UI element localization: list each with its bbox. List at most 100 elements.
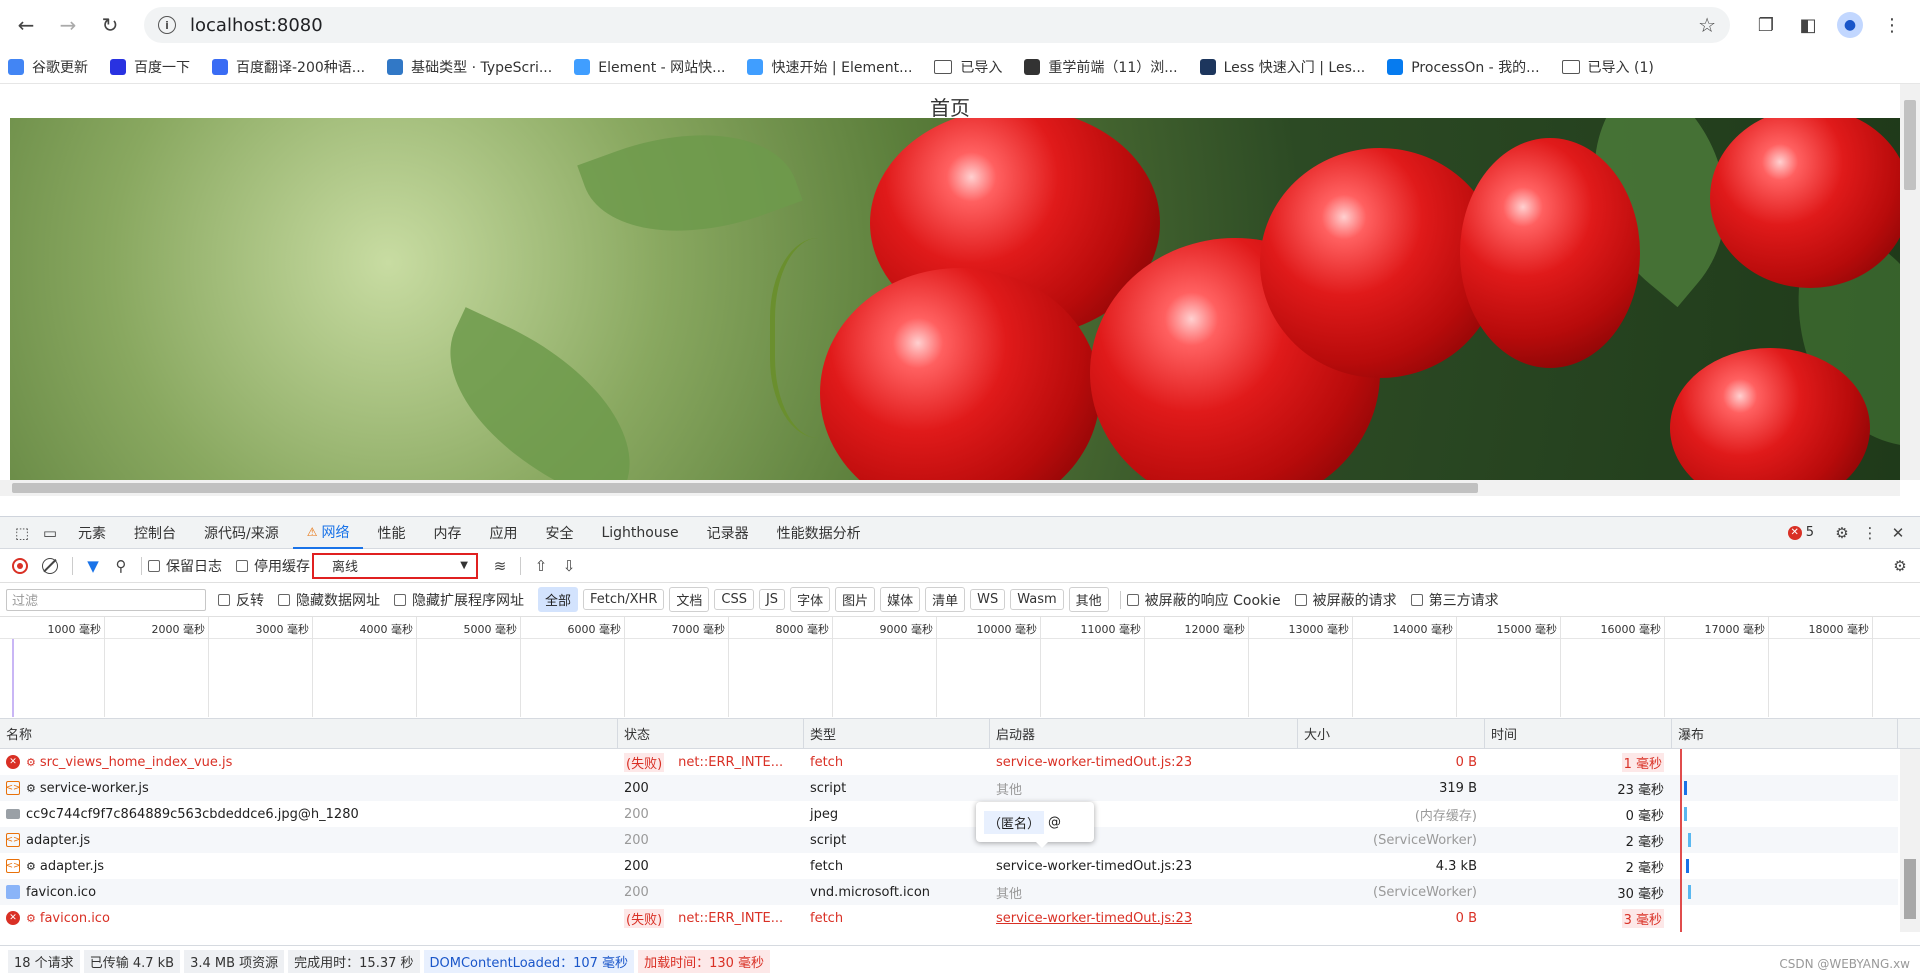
reload-button[interactable]: ↻ bbox=[94, 9, 126, 41]
clear-button[interactable] bbox=[42, 557, 58, 574]
page-horizontal-scrollbar[interactable] bbox=[0, 480, 1900, 496]
network-overview[interactable]: 1000 毫秒 2000 毫秒 3000 毫秒 4000 毫秒 5000 毫秒 6000 … bbox=[0, 617, 1920, 719]
bookmark-item[interactable]: 已导入 bbox=[934, 57, 1002, 77]
side-panel-icon[interactable]: ◧ bbox=[1790, 7, 1826, 43]
close-devtools-icon[interactable]: ✕ bbox=[1884, 519, 1912, 547]
devtools-tab[interactable]: 应用 bbox=[475, 517, 531, 549]
filter-input[interactable]: 过滤 bbox=[6, 588, 206, 611]
table-row[interactable]: favicon.ico 200 vnd.microsoft.icon 其他 (Servi… bbox=[0, 879, 1898, 905]
scroll-thumb[interactable] bbox=[12, 483, 1478, 493]
bookmark-item[interactable]: 百度翻译-200种语... bbox=[212, 57, 365, 77]
column-header[interactable]: 时间 bbox=[1485, 719, 1672, 748]
request-name[interactable]: cc9c744cf9f7c864889c563cbdeddce6.jpg@h_1… bbox=[26, 807, 359, 822]
devtools-tab[interactable]: Lighthouse bbox=[587, 517, 692, 549]
more-options-icon[interactable]: ⋮ bbox=[1856, 519, 1884, 547]
bookmark-item[interactable]: 重学前端（11）浏... bbox=[1024, 57, 1178, 77]
column-header[interactable]: 大小 bbox=[1298, 719, 1485, 748]
column-header[interactable]: 启动器 bbox=[990, 719, 1298, 748]
initiator-link[interactable]: service-worker-timedOut.js:23 bbox=[996, 859, 1192, 874]
filter-icon[interactable]: ▼ bbox=[79, 552, 107, 580]
bookmark-item[interactable]: 快速开始 | Element... bbox=[747, 57, 912, 77]
table-row[interactable]: ✕ ⚙ src_views_home_index_vue.js (失败) net::ER… bbox=[0, 749, 1898, 775]
bookmark-item[interactable]: 已导入 (1) bbox=[1561, 57, 1654, 77]
type-filter-chip[interactable]: 图片 bbox=[835, 587, 876, 612]
column-header[interactable]: 名称 bbox=[0, 719, 618, 748]
table-scrollbar[interactable] bbox=[1900, 749, 1920, 932]
bookmark-item[interactable]: 基础类型 · TypeScri... bbox=[387, 57, 552, 77]
extensions-icon[interactable]: ❐ bbox=[1748, 7, 1784, 43]
column-header[interactable]: 状态 bbox=[618, 719, 804, 748]
devtools-tab[interactable]: 记录器 bbox=[693, 517, 763, 549]
third-party-checkbox[interactable]: 第三方请求 bbox=[1410, 590, 1499, 610]
request-name[interactable]: adapter.js bbox=[26, 833, 90, 848]
request-name[interactable]: favicon.ico bbox=[40, 911, 110, 926]
bookmark-star-icon[interactable]: ☆ bbox=[1698, 13, 1716, 37]
profile-button[interactable]: ● bbox=[1832, 7, 1868, 43]
initiator-link[interactable]: service-worker-timedOut.js:23 bbox=[996, 911, 1192, 926]
table-row[interactable]: <> ⚙ service-worker.js 200 script 其他 319 B 23 毫… bbox=[0, 775, 1898, 801]
hide-data-urls-checkbox[interactable]: 隐藏数据网址 bbox=[278, 590, 380, 610]
devtools-tab[interactable]: ⚠ 网络 bbox=[292, 517, 364, 549]
url-text[interactable]: localhost:8080 bbox=[190, 15, 323, 36]
devtools-tab[interactable]: 源代码/来源 bbox=[190, 517, 293, 549]
address-bar[interactable]: i localhost:8080 ☆ bbox=[144, 7, 1730, 43]
network-conditions-icon[interactable]: ≋ bbox=[486, 552, 514, 580]
request-name[interactable]: adapter.js bbox=[40, 859, 104, 874]
table-row[interactable]: <> ⚙ adapter.js 200 fetch service-worker-time… bbox=[0, 853, 1898, 879]
inspect-element-icon[interactable]: ⬚ bbox=[8, 519, 36, 547]
type-filter-chip[interactable]: 媒体 bbox=[880, 587, 921, 612]
record-button[interactable] bbox=[12, 557, 28, 574]
network-settings-icon[interactable]: ⚙ bbox=[1886, 552, 1914, 580]
request-name[interactable]: src_views_home_index_vue.js bbox=[40, 755, 233, 770]
table-row[interactable]: <> adapter.js 200 script (ServiceWorker) 2 毫秒 bbox=[0, 827, 1898, 853]
bookmark-item[interactable]: Element - 网站快... bbox=[574, 57, 725, 77]
back-button[interactable]: ← bbox=[10, 9, 42, 41]
type-filter-chip[interactable]: CSS bbox=[714, 589, 754, 610]
type-filter-chip[interactable]: JS bbox=[758, 589, 786, 610]
column-header[interactable]: 瀑布 bbox=[1672, 719, 1898, 748]
device-toolbar-icon[interactable]: ▭ bbox=[36, 519, 64, 547]
scroll-thumb[interactable] bbox=[1904, 100, 1916, 190]
devtools-tab[interactable]: 元素 bbox=[64, 517, 120, 549]
type-filter-chip[interactable]: 全部 bbox=[538, 587, 579, 612]
type-filter-chip[interactable]: 字体 bbox=[790, 587, 831, 612]
hide-extension-urls-checkbox[interactable]: 隐藏扩展程序网址 bbox=[394, 590, 524, 610]
menu-icon[interactable]: ⋮ bbox=[1874, 7, 1910, 43]
invert-checkbox[interactable]: 反转 bbox=[218, 590, 264, 610]
table-row[interactable]: cc9c744cf9f7c864889c563cbdeddce6.jpg@h_1… bbox=[0, 801, 1898, 827]
bookmark-item[interactable]: 谷歌更新 bbox=[8, 57, 88, 77]
export-har-icon[interactable]: ⇩ bbox=[555, 552, 583, 580]
devtools-tab[interactable]: 控制台 bbox=[120, 517, 190, 549]
disable-cache-checkbox[interactable]: 停用缓存 bbox=[236, 556, 310, 576]
type-filter-chip[interactable]: WS bbox=[970, 589, 1006, 610]
settings-gear-icon[interactable]: ⚙ bbox=[1828, 519, 1856, 547]
request-name[interactable]: favicon.ico bbox=[26, 885, 96, 900]
column-header[interactable]: 类型 bbox=[804, 719, 990, 748]
bookmark-item[interactable]: 百度一下 bbox=[110, 57, 190, 77]
devtools-tab[interactable]: 安全 bbox=[531, 517, 587, 549]
devtools-tab[interactable]: 性能 bbox=[363, 517, 419, 549]
search-icon[interactable]: ⚲ bbox=[107, 552, 135, 580]
forward-button[interactable]: → bbox=[52, 9, 84, 41]
type-filter-chip[interactable]: 文档 bbox=[669, 587, 710, 612]
page-vertical-scrollbar[interactable] bbox=[1900, 84, 1920, 480]
type-filter-chip[interactable]: Fetch/XHR bbox=[583, 589, 665, 610]
initiator-link[interactable]: 其他 bbox=[996, 883, 1022, 902]
blocked-cookies-checkbox[interactable]: 被屏蔽的响应 Cookie bbox=[1126, 590, 1281, 610]
initiator-link[interactable]: 其他 bbox=[996, 779, 1022, 798]
type-filter-chip[interactable]: 其他 bbox=[1068, 587, 1109, 612]
throttle-select[interactable]: 离线 ▼ bbox=[312, 552, 478, 579]
bookmark-item[interactable]: Less 快速入门 | Les... bbox=[1199, 57, 1365, 77]
devtools-tab[interactable]: 性能数据分析 bbox=[763, 517, 875, 549]
error-count-badge[interactable]: ✕ 5 bbox=[1787, 525, 1814, 540]
scroll-thumb[interactable] bbox=[1904, 859, 1916, 919]
type-filter-chip[interactable]: Wasm bbox=[1010, 589, 1064, 610]
devtools-tab[interactable]: 内存 bbox=[419, 517, 475, 549]
initiator-link[interactable]: service-worker-timedOut.js:23 bbox=[996, 755, 1192, 770]
blocked-requests-checkbox[interactable]: 被屏蔽的请求 bbox=[1294, 590, 1397, 610]
bookmark-item[interactable]: ProcessOn - 我的... bbox=[1387, 57, 1540, 77]
request-name[interactable]: service-worker.js bbox=[40, 781, 149, 796]
type-filter-chip[interactable]: 清单 bbox=[925, 587, 966, 612]
preserve-log-checkbox[interactable]: 保留日志 bbox=[148, 556, 222, 576]
site-info-icon[interactable]: i bbox=[158, 16, 176, 34]
